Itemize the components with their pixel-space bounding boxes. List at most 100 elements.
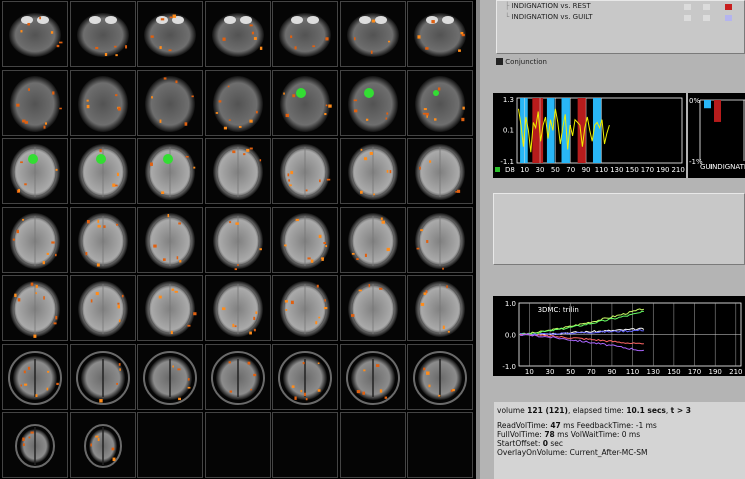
activation-blob: [423, 367, 426, 370]
brain-slice-tile[interactable]: [204, 1, 271, 67]
activation-blob: [307, 256, 311, 259]
activation-blob: [385, 117, 387, 120]
brain-slice-tile[interactable]: [137, 275, 203, 341]
bar-label: INDIGNATIO: [710, 163, 745, 171]
brain-slice-tile[interactable]: [204, 206, 271, 273]
x-tick-label: 90: [607, 368, 616, 376]
roi-marker: [95, 154, 106, 164]
x-tick-label: 150: [667, 368, 680, 376]
brain-slice-tile[interactable]: [204, 69, 271, 136]
brain-slice-tile[interactable]: [2, 343, 68, 410]
brain-slice-tile[interactable]: [339, 343, 406, 410]
brain-slice-tile[interactable]: [272, 1, 338, 67]
brain-slice-tile[interactable]: [407, 206, 473, 273]
brain-slice-tile[interactable]: [272, 69, 338, 136]
activation-blob: [89, 443, 92, 447]
activation-blob: [169, 16, 173, 19]
brain-slice-image: [15, 424, 55, 468]
brain-slice-image: [212, 212, 263, 270]
activation-blob: [287, 173, 290, 177]
activation-blob: [30, 282, 34, 286]
contrast-2-swatch-2[interactable]: [703, 15, 710, 21]
brain-slice-tile[interactable]: [69, 1, 136, 67]
brain-slice-tile[interactable]: [137, 1, 203, 67]
activation-blob: [302, 361, 305, 364]
activation-blob: [462, 106, 465, 110]
brain-slice-tile[interactable]: [137, 343, 203, 410]
brain-slice-tile[interactable]: [69, 343, 136, 410]
brain-slice-tile[interactable]: [204, 275, 271, 341]
x-tick-label: 50: [566, 368, 575, 376]
activation-blob: [121, 294, 124, 298]
contrast-row-2[interactable]: └ INDIGNATION vs. GUILT: [505, 13, 593, 21]
brain-slice-tile[interactable]: [272, 206, 338, 273]
brain-slice-image: [415, 75, 465, 132]
activation-blob: [422, 112, 427, 115]
activation-blob: [20, 161, 23, 164]
contrast-2-swatch-3[interactable]: [725, 15, 732, 21]
brain-slice-tile[interactable]: [69, 69, 136, 136]
brain-slice-tile[interactable]: [2, 1, 68, 67]
activation-blob: [50, 31, 54, 34]
y-tick-label: -1.1: [500, 158, 514, 166]
roi-marker: [163, 154, 173, 164]
brain-slice-tile[interactable]: [137, 138, 203, 204]
brain-slice-tile[interactable]: [407, 343, 473, 410]
brain-slice-tile[interactable]: [69, 275, 136, 341]
activation-blob: [193, 166, 196, 169]
conjunction-option[interactable]: Conjunction: [496, 58, 547, 66]
brain-slice-tile[interactable]: [204, 343, 271, 410]
activation-blob: [455, 191, 459, 193]
conjunction-checkbox[interactable]: [496, 58, 503, 65]
brain-slice-tile[interactable]: [339, 138, 406, 204]
activation-blob: [238, 125, 242, 128]
activation-blob: [288, 179, 291, 182]
brain-slice-tile[interactable]: [339, 1, 406, 67]
activation-blob: [253, 37, 257, 40]
activation-blob: [104, 52, 107, 57]
brain-slice-tile[interactable]: [407, 1, 473, 67]
activation-blob: [283, 92, 285, 95]
brain-slice-tile[interactable]: [2, 275, 68, 341]
activation-blob: [223, 126, 227, 129]
empty-panel: [493, 193, 745, 265]
brain-outline: [77, 75, 128, 132]
activation-blob: [318, 234, 322, 238]
brain-slice-tile[interactable]: [407, 138, 473, 204]
brain-slice-tile[interactable]: [272, 138, 338, 204]
brain-slice-tile[interactable]: [137, 69, 203, 136]
activation-blob: [249, 147, 253, 150]
brain-slice-tile[interactable]: [407, 275, 473, 341]
activation-blob: [461, 117, 465, 121]
activation-blob: [187, 377, 190, 381]
brain-outline: [415, 75, 465, 132]
brain-slice-tile[interactable]: [69, 206, 136, 273]
brain-slice-tile[interactable]: [272, 275, 338, 341]
brain-slice-tile[interactable]: [339, 206, 406, 273]
brain-slice-tile[interactable]: [272, 343, 338, 410]
brain-slice-tile[interactable]: [407, 69, 473, 136]
brain-slice-tile[interactable]: [2, 412, 68, 478]
activation-blob: [249, 24, 253, 27]
contrast-row-1[interactable]: ├ INDIGNATION vs. REST: [505, 2, 591, 10]
x-tick-label: 190: [708, 368, 721, 376]
activation-blob: [171, 288, 175, 291]
brain-slice-tile[interactable]: [137, 206, 203, 273]
brain-slice-tile[interactable]: [339, 275, 406, 341]
contrast-1-swatch-2[interactable]: [703, 4, 710, 10]
contrast-1-swatch-3[interactable]: [725, 4, 732, 10]
activation-blob: [420, 228, 423, 231]
contrast-2-swatch-1[interactable]: [684, 15, 691, 21]
contrast-1-swatch-1[interactable]: [684, 4, 691, 10]
brain-slice-tile[interactable]: [69, 412, 136, 478]
brain-slice-tile[interactable]: [69, 138, 136, 204]
brain-slice-tile[interactable]: [204, 138, 271, 204]
activation-blob: [372, 193, 375, 196]
brain-slice-tile[interactable]: [339, 69, 406, 136]
activation-blob: [317, 388, 321, 392]
brain-outline: [279, 13, 331, 57]
legend-swatch: [495, 167, 500, 172]
brain-slice-tile[interactable]: [2, 69, 68, 136]
brain-slice-tile[interactable]: [2, 138, 68, 204]
brain-slice-tile[interactable]: [2, 206, 68, 273]
